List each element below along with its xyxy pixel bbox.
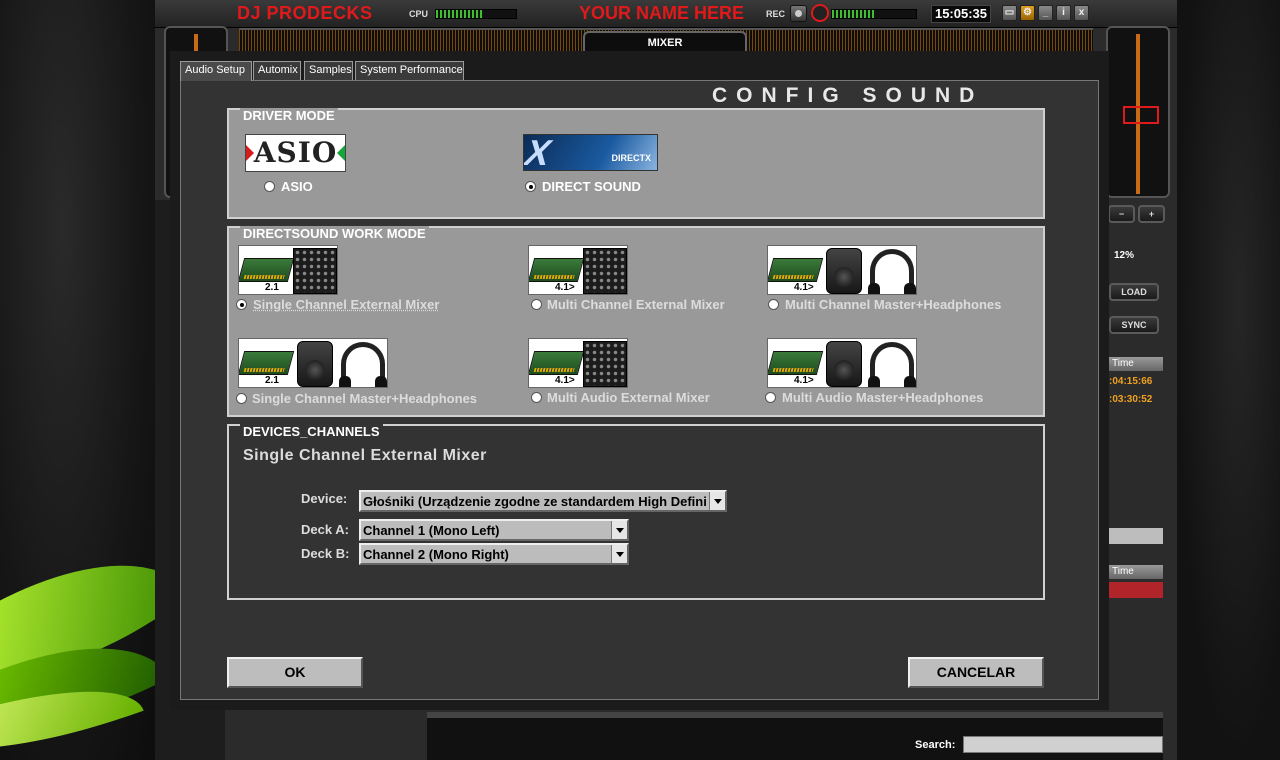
sound-card-icon — [529, 258, 585, 282]
mode-label-single-external[interactable]: Single Channel External Mixer — [253, 297, 439, 312]
mode-thumb-multi-audio-master-headphones[interactable]: 4.1> — [767, 338, 917, 388]
deck-b-label: Deck B: — [301, 546, 350, 561]
tab-system-performance[interactable]: System Performance — [355, 61, 464, 80]
mode-radio-multi-audio-external[interactable] — [531, 392, 542, 403]
sound-card-icon — [768, 351, 824, 375]
mode-thumb-single-master-headphones[interactable]: 2.1 — [238, 338, 388, 388]
settings-gear-button[interactable]: ⚙ — [1020, 5, 1035, 21]
cpu-meter — [435, 9, 517, 19]
direct-sound-radio[interactable] — [525, 181, 536, 192]
app-brand: DJ PRODECKS — [237, 3, 373, 23]
mode-thumb-multi-external[interactable]: 4.1> — [528, 245, 628, 295]
mixer-icon — [293, 248, 337, 294]
desktop-wallpaper-right — [1176, 0, 1280, 760]
speaker-icon — [826, 341, 862, 387]
playlist-time: :04:15:66 — [1109, 376, 1153, 387]
sound-card-icon — [768, 258, 824, 282]
deck-a-select[interactable]: Channel 1 (Mono Left) — [359, 519, 629, 541]
user-name: YOUR NAME HERE — [579, 3, 745, 23]
direct-sound-label[interactable]: DIRECT SOUND — [542, 179, 641, 194]
work-mode-group — [227, 226, 1045, 417]
sound-card-icon — [529, 351, 585, 375]
mode-radio-multi-external[interactable] — [531, 299, 542, 310]
device-select[interactable]: Głośniki (Urządzenie zgodne ze standarde… — [359, 490, 727, 512]
devices-channels-title: DEVICES_CHANNELS — [240, 424, 383, 439]
playlist2-selected-row[interactable] — [1109, 582, 1163, 598]
rec-level-meter — [831, 9, 917, 19]
minimize-button[interactable]: _ — [1038, 5, 1053, 21]
chevron-down-icon[interactable] — [709, 492, 725, 510]
info-button[interactable]: i — [1056, 5, 1071, 21]
asio-radio[interactable] — [264, 181, 275, 192]
chevron-down-icon[interactable] — [611, 545, 627, 563]
headphones-icon — [868, 249, 916, 294]
mode-radio-single-master-headphones[interactable] — [236, 393, 247, 404]
tab-automix[interactable]: Automix — [253, 61, 301, 80]
device-label: Device: — [301, 491, 348, 506]
tab-samples[interactable]: Samples — [304, 61, 353, 80]
chevron-down-icon[interactable] — [611, 521, 627, 539]
mixer-icon — [583, 248, 627, 294]
playlist-time-header[interactable]: Time — [1109, 357, 1163, 371]
directx-logo[interactable]: X DIRECTX — [523, 134, 658, 171]
sync-button[interactable]: SYNC — [1109, 316, 1159, 334]
speaker-icon — [297, 341, 333, 387]
mode-label-multi-master-headphones[interactable]: Multi Channel Master+Headphones — [785, 297, 1001, 312]
selected-mode-name: Single Channel External Mixer — [243, 447, 487, 464]
mode-label-multi-audio-external[interactable]: Multi Audio External Mixer — [547, 390, 710, 405]
playlist-scroll-bar[interactable] — [1109, 528, 1163, 544]
dialog-title: CONFIG SOUND — [712, 84, 984, 107]
mode-thumb-single-external[interactable]: 2.1 — [238, 245, 338, 295]
pitch-minus-button[interactable]: − — [1108, 205, 1135, 223]
load-button[interactable]: LOAD — [1109, 283, 1159, 301]
sound-card-icon — [239, 258, 295, 282]
mixer-tab[interactable]: MIXER — [583, 31, 747, 53]
mode-label-single-master-headphones[interactable]: Single Channel Master+Headphones — [252, 391, 477, 406]
sound-card-icon — [239, 351, 295, 375]
mode-radio-multi-master-headphones[interactable] — [768, 299, 779, 310]
speaker-icon — [826, 248, 862, 294]
mode-thumb-multi-audio-external[interactable]: 4.1> — [528, 338, 628, 388]
deck-b-pitch-slider[interactable] — [1106, 26, 1170, 198]
deck-b-select[interactable]: Channel 2 (Mono Right) — [359, 543, 629, 565]
cancel-button[interactable]: CANCELAR — [908, 657, 1044, 688]
asio-logo[interactable]: ASIO — [245, 134, 346, 172]
rec-gain-knob[interactable] — [811, 4, 829, 22]
mode-label-multi-external[interactable]: Multi Channel External Mixer — [547, 297, 725, 312]
playlist-time: :03:30:52 — [1109, 394, 1153, 405]
desktop-wallpaper — [0, 0, 155, 760]
mode-label-multi-audio-master-headphones[interactable]: Multi Audio Master+Headphones — [782, 390, 983, 405]
app-topbar: DJ PRODECKS CPU YOUR NAME HERE REC 15:05… — [155, 0, 1177, 28]
mode-thumb-multi-master-headphones[interactable]: 4.1> — [767, 245, 917, 295]
playlist2-time-header[interactable]: Time — [1109, 565, 1163, 579]
asio-label[interactable]: ASIO — [281, 179, 313, 194]
rec-label: REC — [766, 9, 786, 19]
work-mode-title: DIRECTSOUND WORK MODE — [240, 226, 429, 241]
mixer-icon — [583, 341, 627, 387]
mode-radio-single-external[interactable] — [236, 299, 247, 310]
directx-x-icon: X — [523, 134, 558, 171]
pitch-percent: 12% — [1114, 250, 1135, 261]
keyboard-icon[interactable]: ▭ — [1002, 5, 1017, 21]
search-input[interactable] — [963, 736, 1163, 753]
clock: 15:05:35 — [931, 5, 991, 23]
tab-audio-setup[interactable]: Audio Setup — [180, 61, 252, 81]
headphones-icon — [339, 342, 387, 387]
headphones-icon — [868, 342, 916, 387]
pitch-plus-button[interactable]: + — [1138, 205, 1165, 223]
driver-mode-title: DRIVER MODE — [240, 108, 338, 123]
search-label: Search: — [915, 739, 956, 751]
close-button[interactable]: x — [1074, 5, 1089, 21]
cpu-label: CPU — [409, 9, 429, 19]
mode-radio-multi-audio-master-headphones[interactable] — [765, 392, 776, 403]
record-button[interactable] — [790, 5, 807, 22]
ok-button[interactable]: OK — [227, 657, 363, 688]
deck-a-label: Deck A: — [301, 522, 349, 537]
